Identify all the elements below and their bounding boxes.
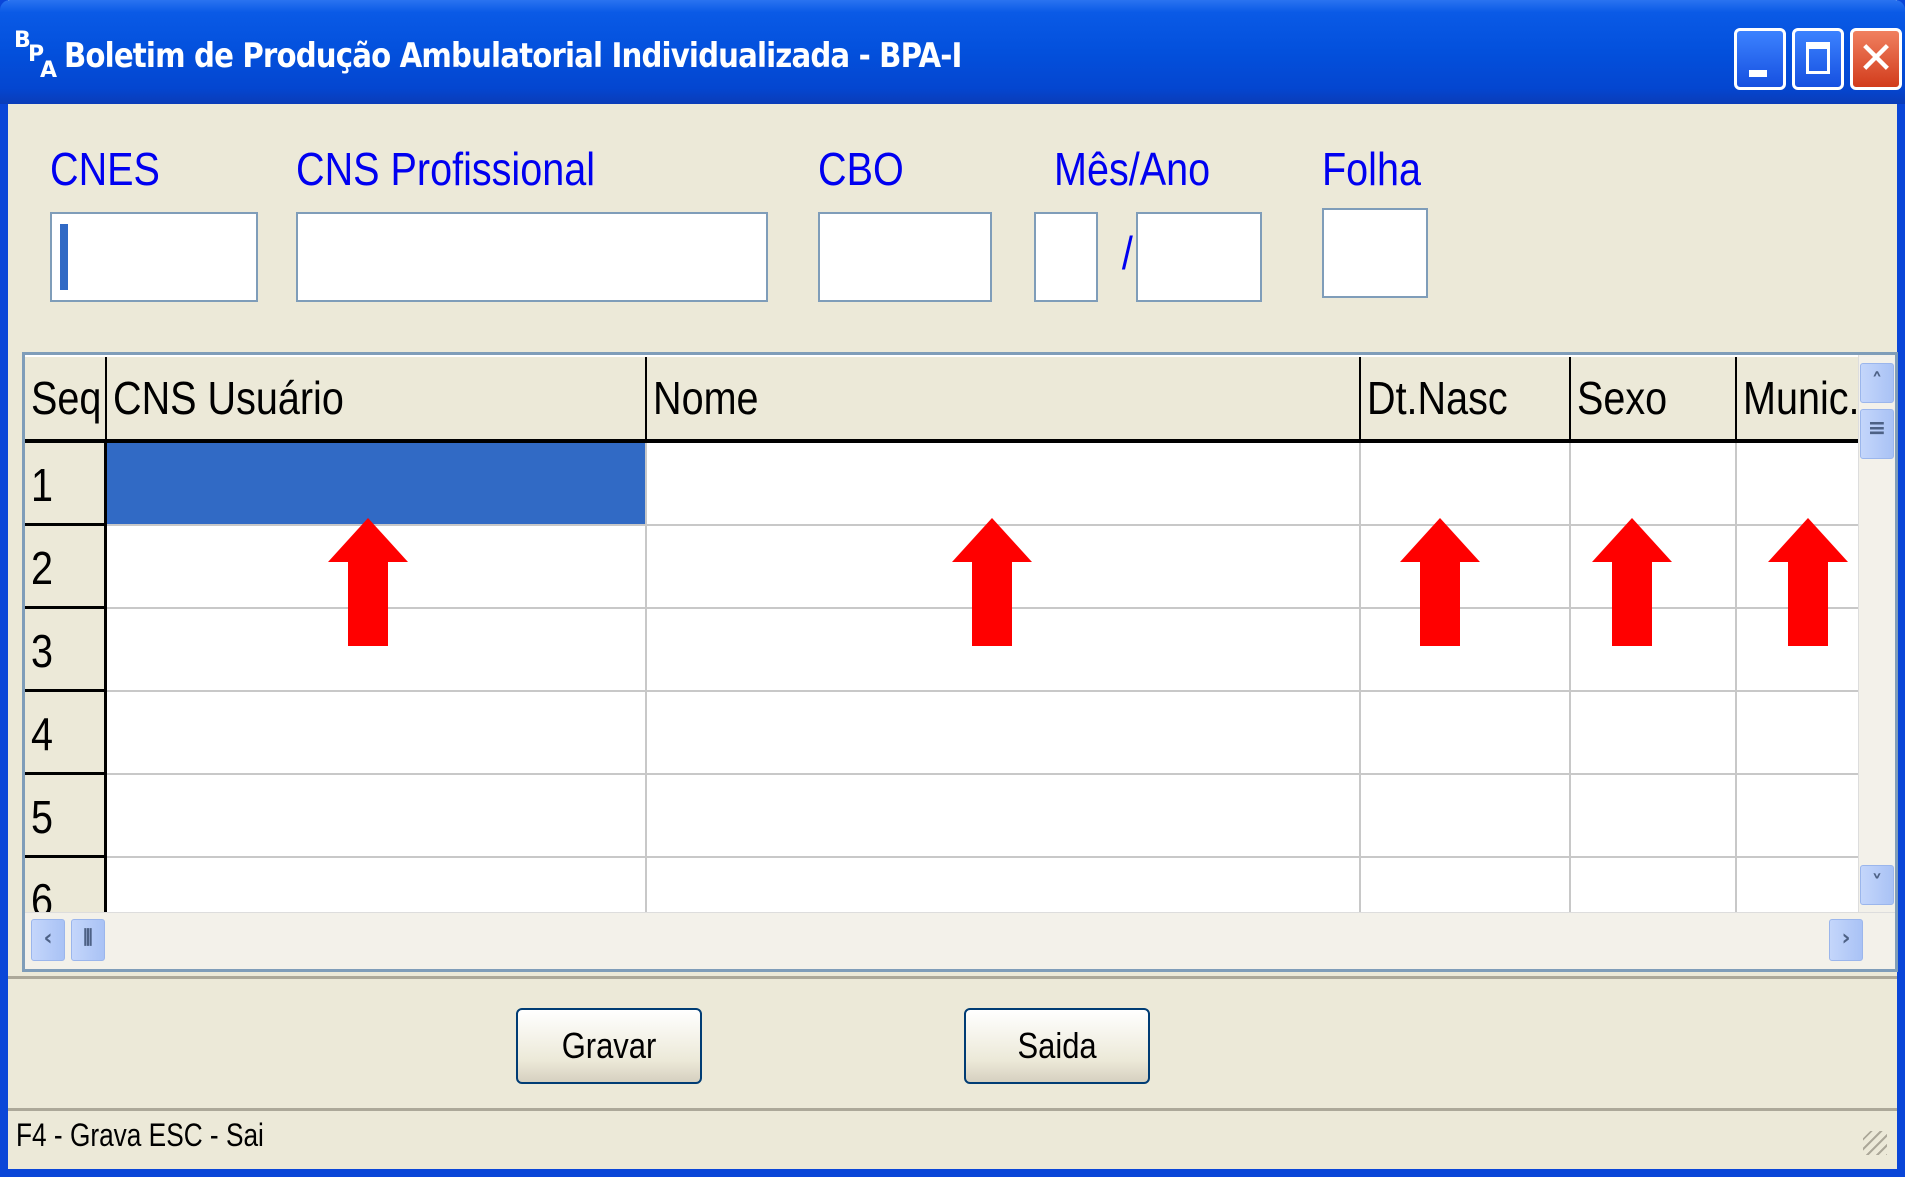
folha-label: Folha bbox=[1322, 143, 1421, 195]
maximize-icon bbox=[1806, 42, 1830, 74]
cbo-label: CBO bbox=[818, 143, 904, 195]
cns-profissional-input[interactable] bbox=[296, 212, 768, 302]
red-up-arrow-icon bbox=[952, 518, 1032, 646]
cell-dt-nasc[interactable] bbox=[1361, 692, 1571, 775]
date-separator: / bbox=[1121, 227, 1133, 279]
status-bar: F4 - Grava ESC - Sai bbox=[16, 1117, 264, 1153]
red-up-arrow-icon bbox=[328, 518, 408, 646]
column-header-nome[interactable]: Nome bbox=[647, 357, 1361, 439]
close-icon: ✕ bbox=[1857, 33, 1895, 84]
row-header[interactable]: 2 bbox=[25, 526, 107, 609]
patient-grid[interactable]: Seq CNS Usuário Nome Dt.Nasc Sexo Munic.… bbox=[22, 352, 1898, 972]
vertical-scrollbar[interactable]: ˄ ≡ ˅ bbox=[1858, 355, 1895, 913]
maximize-button[interactable] bbox=[1792, 28, 1844, 90]
status-divider bbox=[8, 1108, 1897, 1111]
cell-sexo[interactable] bbox=[1571, 443, 1737, 526]
text-caret bbox=[60, 224, 68, 290]
title-bar[interactable]: B P A Boletim de Produção Ambulatorial I… bbox=[0, 0, 1905, 104]
bpa-window: B P A Boletim de Produção Ambulatorial I… bbox=[0, 0, 1905, 1177]
row-header[interactable]: 1 bbox=[25, 443, 107, 526]
close-button[interactable]: ✕ bbox=[1850, 28, 1902, 90]
scroll-right-button[interactable]: › bbox=[1829, 919, 1863, 961]
folha-input[interactable] bbox=[1322, 208, 1428, 298]
cell-dt-nasc[interactable] bbox=[1361, 775, 1571, 858]
cell-nome[interactable] bbox=[647, 443, 1361, 526]
row-header[interactable]: 4 bbox=[25, 692, 107, 775]
row-header[interactable]: 5 bbox=[25, 775, 107, 858]
window-title: Boletim de Produção Ambulatorial Individ… bbox=[64, 36, 962, 76]
bpa-app-icon: B P A bbox=[14, 28, 58, 83]
cell-dt-nasc[interactable] bbox=[1361, 443, 1571, 526]
minimize-button[interactable] bbox=[1734, 28, 1786, 90]
cell-sexo[interactable] bbox=[1571, 775, 1737, 858]
month-input[interactable] bbox=[1034, 212, 1098, 302]
column-header-sexo[interactable]: Sexo bbox=[1571, 357, 1737, 439]
cell-cns-usuario[interactable] bbox=[107, 692, 647, 775]
grid-header: Seq CNS Usuário Nome Dt.Nasc Sexo Munic.… bbox=[25, 357, 1887, 443]
resize-grip-icon[interactable] bbox=[1863, 1131, 1887, 1155]
grid-row: 1 bbox=[25, 443, 1887, 526]
scroll-left-button[interactable]: ‹ bbox=[31, 919, 65, 961]
cbo-input[interactable] bbox=[818, 212, 992, 302]
horizontal-scroll-thumb[interactable]: ⦀ bbox=[71, 919, 105, 961]
mes-ano-label: Mês/Ano bbox=[1054, 143, 1211, 195]
cell-cns-usuario-selected[interactable] bbox=[107, 443, 647, 526]
row-header[interactable]: 3 bbox=[25, 609, 107, 692]
cnes-label: CNES bbox=[50, 143, 160, 195]
cell-cns-usuario[interactable] bbox=[107, 775, 647, 858]
scroll-down-button[interactable]: ˅ bbox=[1860, 865, 1894, 905]
red-up-arrow-icon bbox=[1768, 518, 1848, 646]
vertical-scroll-thumb[interactable]: ≡ bbox=[1860, 409, 1894, 459]
cell-sexo[interactable] bbox=[1571, 692, 1737, 775]
exit-button[interactable]: Saida bbox=[964, 1008, 1150, 1084]
cns-profissional-label: CNS Profissional bbox=[296, 143, 596, 195]
column-header-dt-nasc[interactable]: Dt.Nasc bbox=[1361, 357, 1571, 439]
cell-nome[interactable] bbox=[647, 775, 1361, 858]
red-up-arrow-icon bbox=[1400, 518, 1480, 646]
red-up-arrow-icon bbox=[1592, 518, 1672, 646]
grid-row: 4 bbox=[25, 692, 1887, 775]
column-header-seq[interactable]: Seq bbox=[25, 357, 107, 439]
save-button[interactable]: Gravar bbox=[516, 1008, 702, 1084]
minimize-icon bbox=[1749, 70, 1767, 77]
cell-nome[interactable] bbox=[647, 692, 1361, 775]
column-header-cns-usuario[interactable]: CNS Usuário bbox=[107, 357, 647, 439]
horizontal-scrollbar[interactable]: ‹ ⦀ › bbox=[25, 912, 1895, 969]
scroll-up-button[interactable]: ˄ bbox=[1860, 363, 1894, 403]
grid-row: 5 bbox=[25, 775, 1887, 858]
year-input[interactable] bbox=[1136, 212, 1262, 302]
divider bbox=[8, 976, 1897, 979]
cnes-input[interactable] bbox=[50, 212, 258, 302]
